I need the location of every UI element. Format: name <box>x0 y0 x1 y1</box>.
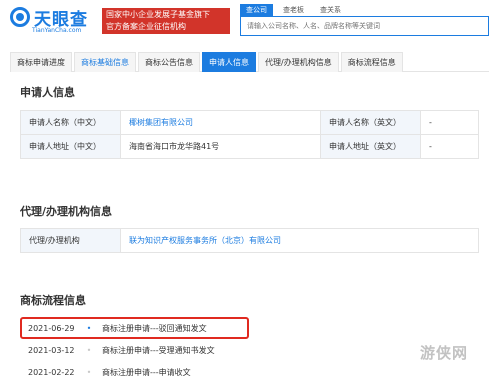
search-tab-company[interactable]: 查公司 <box>240 4 273 16</box>
applicant-name-en-value: - <box>420 110 479 135</box>
tab-applicant-info[interactable]: 申请人信息 <box>202 52 256 72</box>
tab-flow-info[interactable]: 商标流程信息 <box>340 52 403 72</box>
applicant-addr-cn-label: 申请人地址（中文） <box>20 134 121 159</box>
logo-domain: TianYanCha.com <box>32 27 82 34</box>
search-input[interactable] <box>240 16 489 36</box>
official-badge: 国家中小企业发展子基金旗下 官方备案企业征信机构 <box>102 8 230 34</box>
flow-date: 2021-03-12 <box>28 345 75 355</box>
table-row: 申请人地址（中文） 海南省海口市龙华路41号 申请人地址（英文） - <box>20 134 479 159</box>
applicant-addr-cn-value: 海南省海口市龙华路41号 <box>120 134 321 159</box>
agency-label: 代理/办理机构 <box>20 228 121 253</box>
logo-eye-icon[interactable] <box>10 7 30 27</box>
badge-line-1: 国家中小企业发展子基金旗下 <box>106 10 210 19</box>
site-watermark: 游侠网 <box>420 344 469 362</box>
tab-announcement-info[interactable]: 商标公告信息 <box>138 52 200 72</box>
tab-agency-info[interactable]: 代理/办理机构信息 <box>258 52 339 72</box>
tab-application-progress[interactable]: 商标申请进度 <box>10 52 72 72</box>
timeline-dot-icon: • <box>86 367 92 377</box>
flow-section-title: 商标流程信息 <box>20 294 86 307</box>
table-row: 代理/办理机构 联为知识产权服务事务所（北京）有限公司 <box>20 228 479 253</box>
agency-table: 代理/办理机构 联为知识产权服务事务所（北京）有限公司 <box>20 228 479 253</box>
applicant-table: 申请人名称（中文） 椰树集团有限公司 申请人名称（英文） - 申请人地址（中文）… <box>20 110 479 159</box>
search-type-tabs: 查公司 查老板 查关系 <box>240 4 351 16</box>
site-header: 天眼查 TianYanCha.com 国家中小企业发展子基金旗下 官方备案企业征… <box>0 0 489 44</box>
agency-link[interactable]: 联为知识产权服务事务所（北京）有限公司 <box>120 228 479 253</box>
agency-section-title: 代理/办理机构信息 <box>20 205 113 218</box>
flow-text: 商标注册申请---受理通知书发文 <box>102 345 215 355</box>
highlight-annotation-box <box>20 317 249 339</box>
applicant-section-title: 申请人信息 <box>20 86 75 99</box>
applicant-name-cn-link[interactable]: 椰树集团有限公司 <box>120 110 321 135</box>
applicant-addr-en-value: - <box>420 134 479 159</box>
tab-basic-info[interactable]: 商标基础信息 <box>74 52 136 72</box>
timeline-dot-icon: • <box>86 345 92 355</box>
search-tab-relation[interactable]: 查关系 <box>314 4 347 16</box>
applicant-addr-en-label: 申请人地址（英文） <box>320 134 421 159</box>
flow-date: 2021-02-22 <box>28 367 75 377</box>
list-item: 2021-02-22 • 商标注册申请---申请收文 <box>20 361 350 383</box>
badge-line-2: 官方备案企业征信机构 <box>106 22 186 31</box>
flow-text: 商标注册申请---申请收文 <box>102 367 191 377</box>
applicant-name-en-label: 申请人名称（英文） <box>320 110 421 135</box>
table-row: 申请人名称（中文） 椰树集团有限公司 申请人名称（英文） - <box>20 110 479 135</box>
list-item: 2021-03-12 • 商标注册申请---受理通知书发文 <box>20 339 350 361</box>
search-tab-boss[interactable]: 查老板 <box>277 4 310 16</box>
applicant-name-cn-label: 申请人名称（中文） <box>20 110 121 135</box>
trademark-nav-tabs: 商标申请进度 商标基础信息 商标公告信息 申请人信息 代理/办理机构信息 商标流… <box>10 52 489 72</box>
